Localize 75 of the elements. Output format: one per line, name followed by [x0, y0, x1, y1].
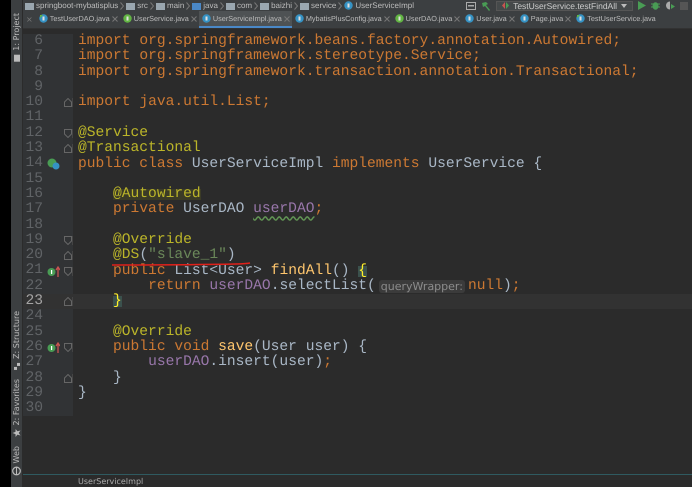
- run-icon[interactable]: [638, 1, 646, 10]
- caret-icon: [621, 4, 627, 8]
- breadcrumb-item[interactable]: com: [236, 1, 252, 10]
- test-class-file-icon: [38, 14, 48, 23]
- chevron-icon: [254, 2, 258, 10]
- code-line: public List<User> findAll() {: [112, 266, 368, 277]
- breadcrumb-item[interactable]: springboot-mybatisplus: [36, 1, 118, 10]
- class-file-icon: [294, 14, 304, 23]
- window-icon[interactable]: [466, 2, 476, 10]
- close-icon[interactable]: [112, 16, 118, 22]
- star-icon: [12, 428, 21, 438]
- close-icon[interactable]: [454, 16, 460, 22]
- class-file-icon: [344, 1, 354, 10]
- tool-window-button[interactable]: Z: Structure: [11, 311, 22, 372]
- fold-icon[interactable]: [64, 236, 72, 245]
- test-run-icon: [502, 2, 510, 9]
- hammer-icon[interactable]: [481, 0, 492, 10]
- tool-window-button[interactable]: Web: [11, 446, 22, 475]
- code-line: import org.springframework.transaction.annotation.Transactional;: [77, 66, 638, 78]
- close-icon[interactable]: [384, 16, 390, 22]
- test-class-file-icon: [576, 14, 586, 23]
- bug-icon[interactable]: [651, 1, 660, 10]
- fold-icon[interactable]: [64, 266, 72, 276]
- fold-icon[interactable]: [64, 343, 72, 352]
- class-file-icon: [520, 14, 529, 23]
- breadcrumb-item[interactable]: service: [311, 1, 336, 10]
- breadcrumb-item[interactable]: baizhi: [271, 1, 292, 10]
- stop-icon[interactable]: [680, 2, 688, 10]
- globe-icon: [12, 466, 21, 475]
- close-icon[interactable]: [190, 16, 197, 22]
- status-breadcrumb[interactable]: UserServiceImpl: [78, 476, 144, 486]
- close-icon[interactable]: [508, 16, 515, 22]
- parameter-hint: queryWrapper:: [378, 280, 465, 293]
- interface-file-icon: [122, 14, 132, 23]
- class-file-icon: [465, 14, 474, 23]
- code-line: @Service: [77, 128, 148, 139]
- interface-file-icon: [394, 14, 404, 23]
- chevron-icon: [186, 2, 190, 10]
- folder-icon: [300, 2, 309, 10]
- fold-icon[interactable]: [64, 297, 72, 306]
- code-line: }: [112, 372, 122, 384]
- code-line: @Override: [112, 326, 192, 338]
- close-icon[interactable]: [284, 16, 290, 22]
- fold-icon[interactable]: [64, 128, 72, 138]
- structure-icon: [12, 362, 21, 372]
- breadcrumb-item[interactable]: src: [137, 1, 148, 10]
- folder-icon: [226, 2, 235, 10]
- breadcrumb-item[interactable]: main: [166, 1, 184, 10]
- folder-icon: [192, 2, 202, 10]
- tool-window-button[interactable]: 1: Project: [11, 13, 22, 63]
- chevron-icon: [220, 2, 224, 10]
- code-line: }: [77, 388, 87, 399]
- folder-icon: [260, 2, 270, 10]
- code-line: public class UserServiceImpl implements UserService {: [77, 158, 542, 170]
- chevron-icon: [120, 2, 124, 10]
- class-file-icon: [202, 14, 211, 23]
- fold-icon[interactable]: [64, 374, 72, 383]
- breadcrumb-item[interactable]: java: [203, 1, 218, 10]
- chevron-icon: [338, 2, 342, 10]
- run-configuration-dropdown[interactable]: TestUserService.testFindAll: [496, 0, 633, 10]
- fold-icon[interactable]: [64, 98, 72, 108]
- tool-window-button[interactable]: 2: Favorites: [11, 379, 22, 438]
- breadcrumb-item[interactable]: UserServiceImpl: [355, 1, 414, 10]
- close-icon[interactable]: [565, 16, 572, 22]
- folder-icon: [12, 54, 21, 63]
- chevron-icon: [294, 2, 298, 10]
- line-number: 23: [24, 294, 43, 310]
- fold-icon[interactable]: [64, 144, 72, 154]
- code-line: return userDAO.selectList( queryWrapper: null);: [147, 280, 521, 292]
- folder-icon: [25, 2, 34, 10]
- chevron-icon: [150, 2, 154, 10]
- fold-icon[interactable]: [64, 251, 72, 260]
- coverage-icon[interactable]: [665, 1, 675, 10]
- folder-icon: [126, 2, 136, 10]
- folder-icon: [156, 2, 165, 10]
